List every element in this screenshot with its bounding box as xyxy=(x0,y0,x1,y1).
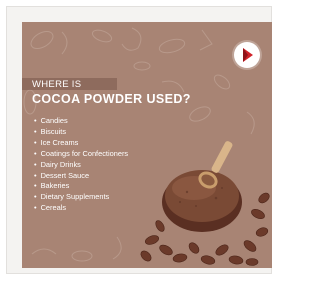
poster-title-line1: WHERE IS xyxy=(32,79,82,90)
list-item: Biscuits xyxy=(34,127,128,138)
brand-logo-icon xyxy=(234,42,260,68)
list-item: Coatings for Confectioners xyxy=(34,149,129,160)
list-item: Dessert Sauce xyxy=(34,171,128,182)
cocoa-illustration xyxy=(140,141,270,266)
cocoa-poster: WHERE IS COCOA POWDER USED? Candies Bisc… xyxy=(22,22,272,268)
poster-title-line2: COCOA POWDER USED? xyxy=(32,92,191,106)
list-item: Bakeries xyxy=(34,181,128,192)
list-item: Dairy Drinks xyxy=(34,160,128,171)
list-item: Candies xyxy=(34,116,128,127)
list-item: Dietary Supplements xyxy=(34,192,128,203)
list-item: Cereals xyxy=(34,203,128,214)
uses-list: Candies Biscuits Ice Creams Coatings for… xyxy=(34,116,129,214)
list-item: Ice Creams xyxy=(34,138,128,149)
